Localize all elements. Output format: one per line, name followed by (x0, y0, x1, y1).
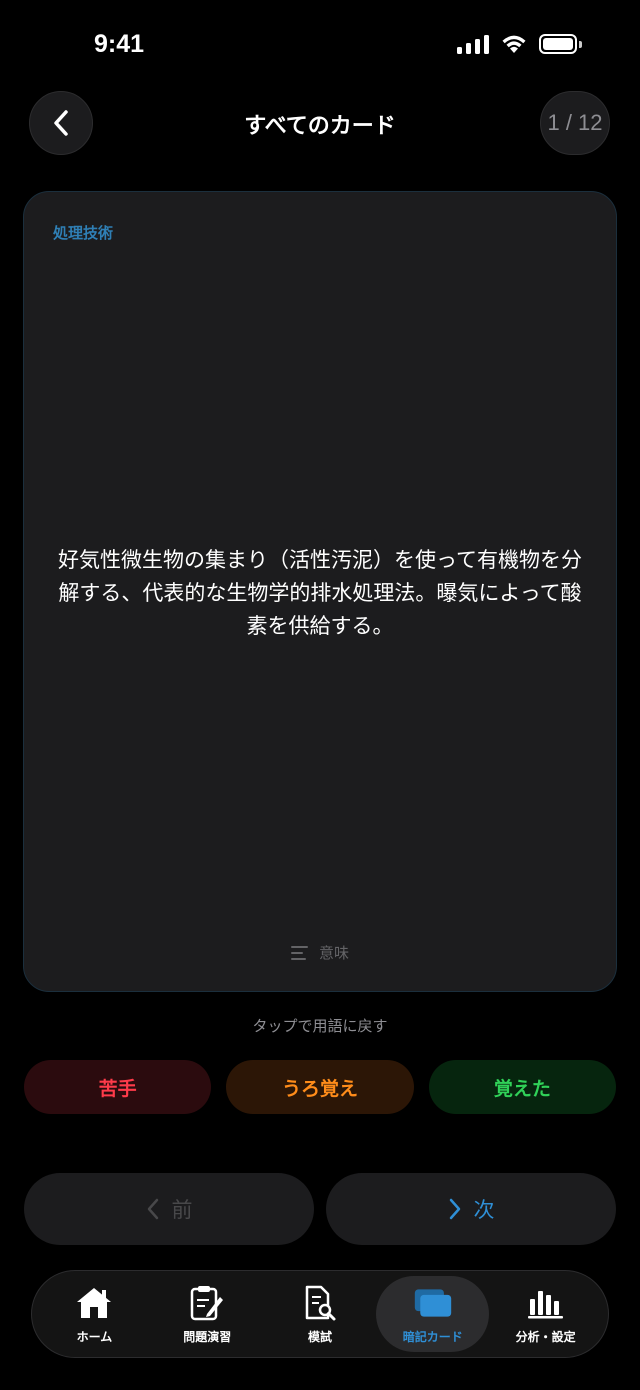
rate-known-button[interactable]: 覚えた (428, 1060, 616, 1114)
status-time: 9:41 (94, 30, 145, 58)
bar-chart-icon (526, 1284, 566, 1322)
tab-practice[interactable]: 問題演習 (151, 1276, 264, 1352)
tab-flashcards-label: 暗記カード (402, 1329, 463, 1344)
text-lines-icon (290, 945, 308, 960)
tab-flashcards[interactable]: 暗記カード (376, 1276, 490, 1352)
tab-analysis-settings[interactable]: 分析・設定 (489, 1276, 602, 1352)
tab-home[interactable]: ホーム (38, 1276, 151, 1352)
clipboard-edit-icon (187, 1284, 227, 1322)
tab-mock-exam[interactable]: 模試 (264, 1276, 377, 1352)
chevron-right-icon (449, 1198, 460, 1220)
cards-icon (413, 1284, 453, 1322)
battery-icon (539, 34, 582, 54)
document-search-icon (300, 1284, 340, 1322)
card-counter: 1 / 12 (540, 91, 610, 155)
previous-card-button[interactable]: 前 (24, 1173, 314, 1245)
cellular-signal-icon (457, 34, 489, 54)
status-bar: 9:41 (0, 0, 640, 90)
card-navigation: 前 次 (24, 1173, 616, 1245)
next-card-button[interactable]: 次 (326, 1173, 616, 1245)
tab-home-label: ホーム (76, 1329, 113, 1344)
flash-card[interactable]: 処理技術 好気性微生物の集まり（活性汚泥）を使って有機物を分解する、代表的な生物… (23, 191, 617, 992)
next-card-label: 次 (473, 1198, 495, 1222)
rate-hard-button[interactable]: 苦手 (24, 1060, 212, 1114)
tab-analysis-settings-label: 分析・設定 (515, 1329, 576, 1344)
rate-vague-button[interactable]: うろ覚え (226, 1060, 414, 1114)
header: すべてのカード 1 / 12 (0, 88, 640, 158)
card-side-label: 意味 (24, 942, 616, 963)
home-icon (74, 1284, 114, 1322)
card-side-label-text: 意味 (318, 944, 349, 962)
card-category: 処理技術 (53, 224, 114, 242)
previous-card-label: 前 (171, 1198, 193, 1222)
tab-practice-label: 問題演習 (183, 1329, 232, 1344)
chevron-left-icon (147, 1198, 158, 1220)
card-meaning-text: 好気性微生物の集まり（活性汚泥）を使って有機物を分解する、代表的な生物学的排水処… (58, 548, 582, 638)
flashcard-screen: 9:41 すべてのカード 1 / 12 処理技術 好気性微生物の集まり（活性汚泥… (0, 0, 640, 1390)
tab-mock-exam-label: 模試 (307, 1329, 332, 1344)
status-icons (457, 34, 582, 54)
wifi-icon (502, 35, 526, 53)
rating-buttons: 苦手 うろ覚え 覚えた (24, 1060, 616, 1114)
tab-bar: ホーム 問題演習 模試 暗記カード 分析・設定 (31, 1270, 609, 1358)
tap-hint: タップで用語に戻す (252, 1017, 388, 1035)
